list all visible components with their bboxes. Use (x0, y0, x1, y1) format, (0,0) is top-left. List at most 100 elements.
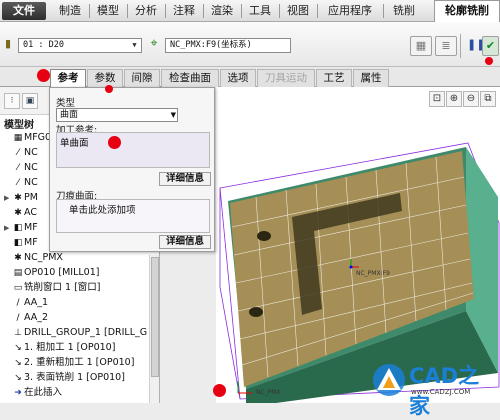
tab-profile-milling[interactable]: 轮廓铣削 (434, 0, 500, 22)
tree-item[interactable]: ⁄ NC (4, 176, 38, 189)
datum-plane-icon: ⁄ (17, 163, 19, 173)
tree-item[interactable]: ▭ 铣削窗口 1 [窗口] (4, 281, 101, 294)
tool-selector[interactable]: 01 : D20 ▼ (18, 38, 142, 53)
tree-item[interactable]: / AA_1 (4, 296, 48, 309)
chevron-down-icon: ▼ (132, 41, 137, 49)
tab-model[interactable]: 模型 (90, 3, 126, 21)
axis-icon: / (16, 313, 20, 323)
cutter-surface-collector[interactable]: 单击此处添加项 (56, 199, 210, 233)
tab-manufacture[interactable]: 制造 (52, 3, 88, 21)
details-button-2[interactable]: 详细信息 (159, 235, 211, 249)
cutter-surface-placeholder: 单击此处添加项 (69, 205, 136, 216)
tab-view[interactable]: 视图 (280, 3, 316, 21)
zoom-in-icon[interactable]: ⊕ (446, 91, 462, 107)
operation-icon: ▤ (13, 268, 23, 278)
tree-item-label: MFG0 (24, 132, 52, 143)
tab-annotate[interactable]: 注释 (166, 3, 202, 21)
csys-icon: ✱ (14, 193, 22, 203)
tree-item[interactable]: ⁄ NC (4, 146, 38, 159)
type-dropdown-value: 曲面 (60, 110, 79, 120)
datum-plane-icon: ⁄ (17, 178, 19, 188)
model-tree-header: 模型树 (4, 120, 34, 131)
annotation-dot (213, 384, 226, 397)
layer-tree-icon[interactable]: ▣ (22, 93, 38, 109)
dashboard-slide-tabs: 参考 参数 间隙 检查曲面 选项 刀具运动 工艺 属性 (0, 67, 500, 88)
tree-item-label: AA_2 (24, 312, 49, 323)
tree-item[interactable]: ↘ 3. 表面铣削 1 [OP010] (4, 371, 125, 384)
tree-item-label: NC (24, 147, 38, 158)
datum-plane-icon: ⁄ (17, 148, 19, 158)
tree-item-label: NC (24, 162, 38, 173)
mill-window-icon: ▭ (13, 283, 23, 293)
tree-item[interactable]: ▤ OP010 [MILL01] (4, 266, 100, 279)
subtab-references[interactable]: 参考 (50, 69, 86, 88)
site-watermark: CAD之家 www.CADZJ.COM (371, 360, 498, 418)
part-icon: ◧ (13, 223, 23, 233)
coordinate-system-icon[interactable]: ⌖ (146, 36, 162, 52)
details-button[interactable]: 详细信息 (159, 172, 211, 186)
subtab-options[interactable]: 选项 (220, 69, 256, 87)
subtab-properties[interactable]: 属性 (353, 69, 389, 87)
graphics-viewport[interactable]: NC_PMX:F9 NC_PMX ⊡ ⊕ ⊖ ⧉ (216, 87, 500, 403)
annotation-dot (37, 69, 50, 82)
model-tree-icon[interactable]: ⁝ (4, 93, 20, 109)
annotation-dot (105, 85, 113, 93)
tool-selector-value: 01 : D20 (23, 40, 64, 50)
tab-analysis[interactable]: 分析 (128, 3, 164, 21)
tab-milling[interactable]: 铣削 (384, 3, 424, 21)
type-dropdown[interactable]: 曲面 ▼ (56, 108, 178, 122)
expand-icon[interactable]: ▶ (4, 222, 12, 235)
tab-render[interactable]: 渲染 (204, 3, 240, 21)
cad-home-logo-icon (373, 364, 405, 396)
tree-item[interactable]: ▶ ◧ MF (4, 221, 38, 234)
tree-item-label: OP010 [MILL01] (24, 267, 100, 278)
tree-item-label: 2. 重新粗加工 1 [OP010] (24, 357, 135, 368)
tree-item[interactable]: ▶ ✱ PM (4, 191, 38, 204)
file-menu[interactable]: 文件 (2, 2, 46, 20)
type-label: 类型 (56, 98, 76, 109)
scrollbar-thumb[interactable] (151, 257, 159, 377)
tree-item-mfg[interactable]: ▦ MFG0 (4, 131, 51, 144)
machining-reference-collector[interactable]: 单曲面 (56, 132, 210, 168)
zoom-out-icon[interactable]: ⊖ (463, 91, 479, 107)
tab-applications[interactable]: 应用程序 (318, 3, 382, 21)
annotation-dot (108, 136, 121, 149)
subtab-parameters[interactable]: 参数 (87, 69, 123, 87)
machining-reference-value: 单曲面 (60, 138, 89, 149)
coordinate-system-collector[interactable]: NC_PMX:F9(坐标系) (165, 38, 291, 53)
refit-icon[interactable]: ⊡ (429, 91, 445, 107)
expand-icon[interactable]: ▶ (4, 192, 12, 205)
repaint-icon[interactable]: ⧉ (480, 91, 496, 107)
tree-item-label: 在此插入 (24, 387, 63, 398)
subtab-clearance[interactable]: 间隙 (124, 69, 160, 87)
drill-group-icon: ⊥ (14, 328, 22, 338)
csys-label: NC_PMX:F9 (356, 270, 390, 277)
tree-item[interactable]: / AA_2 (4, 311, 48, 324)
tree-item-insert-here[interactable]: ➜ 在此插入 (4, 386, 62, 399)
annotation-dot (485, 57, 493, 65)
tree-item[interactable]: ↘ 2. 重新粗加工 1 [OP010] (4, 356, 134, 369)
tree-item-label: MF (24, 222, 38, 233)
tree-item[interactable]: ✱ AC (4, 206, 37, 219)
ribbon-separator (460, 34, 461, 58)
nc-sequence-icon: ↘ (14, 343, 22, 353)
watermark-url: www.CADZJ.COM (411, 388, 471, 396)
tree-item[interactable]: ◧ MF (4, 236, 38, 249)
ok-check-button[interactable]: ✔ (482, 36, 499, 56)
tree-item[interactable]: ✱ NC_PMX (4, 251, 63, 264)
subtab-process[interactable]: 工艺 (316, 69, 352, 87)
tree-item[interactable]: ⁄ NC (4, 161, 38, 174)
csys-icon: ✱ (14, 208, 22, 218)
subtab-check-surfaces[interactable]: 检查曲面 (161, 69, 219, 87)
tree-scrollbar[interactable] (149, 255, 159, 403)
model-graphics (219, 142, 500, 403)
tab-tools[interactable]: 工具 (242, 3, 278, 21)
tree-item-label: 3. 表面铣削 1 [OP010] (24, 372, 125, 383)
tree-item[interactable]: ↘ 1. 粗加工 1 [OP010] (4, 341, 115, 354)
graphics-toolbar: ⊡ ⊕ ⊖ ⧉ (428, 91, 496, 108)
tool-manager-icon[interactable]: ▦ (410, 36, 432, 56)
hole-feature (249, 307, 263, 317)
preview-dropdown-icon[interactable]: ≣ (435, 36, 457, 56)
tree-item[interactable]: ⊥ DRILL_GROUP_1 [DRILL_G (4, 326, 147, 339)
pause-button[interactable]: ❚❚ (467, 36, 485, 56)
